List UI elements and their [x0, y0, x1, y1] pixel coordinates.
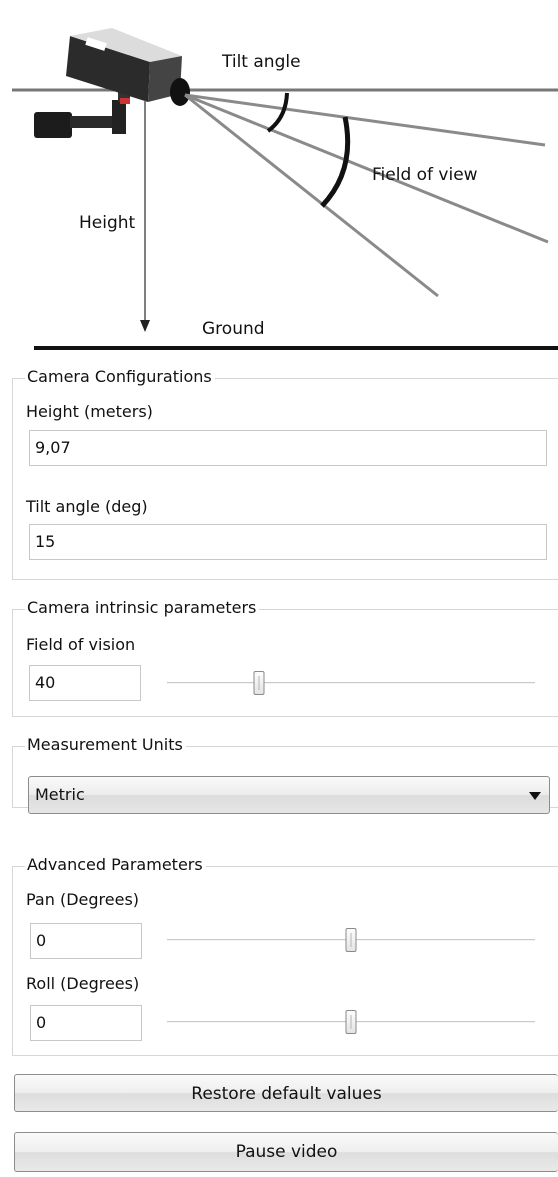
- height-field-label: Height (meters): [26, 402, 153, 421]
- field-of-vision-slider[interactable]: [167, 668, 535, 698]
- advanced-parameters-group: Advanced Parameters Pan (Degrees) 0 Roll…: [12, 854, 558, 1056]
- security-camera-icon: [66, 28, 190, 106]
- camera-intrinsic-title: Camera intrinsic parameters: [25, 597, 260, 619]
- camera-configurations-group: Camera Configurations Height (meters) 9,…: [12, 366, 558, 580]
- roll-label: Roll (Degrees): [26, 974, 140, 993]
- slider-thumb[interactable]: [253, 671, 265, 695]
- camera-bracket-icon: [34, 92, 130, 138]
- ground-label: Ground: [202, 319, 265, 339]
- tilt-angle-arc: [266, 92, 289, 133]
- restore-default-values-button[interactable]: Restore default values: [14, 1074, 558, 1112]
- slider-thumb[interactable]: [345, 1010, 357, 1034]
- camera-geometry-svg: Tilt angle Field of view Height Ground: [12, 28, 558, 350]
- height-arrow-icon: [140, 320, 150, 332]
- view-ray-center: [184, 93, 549, 244]
- measurement-units-selected: Metric: [35, 785, 85, 804]
- field-of-vision-input[interactable]: 40: [29, 665, 141, 701]
- pause-video-button[interactable]: Pause video: [14, 1132, 558, 1172]
- camera-intrinsic-group: Camera intrinsic parameters Field of vis…: [12, 597, 558, 717]
- tilt-angle-field-label: Tilt angle (deg): [26, 497, 148, 516]
- measurement-units-select[interactable]: Metric: [28, 776, 550, 814]
- camera-geometry-diagram: Tilt angle Field of view Height Ground: [0, 0, 558, 355]
- field-of-view-arc: [320, 116, 351, 208]
- measurement-units-title: Measurement Units: [25, 734, 186, 756]
- roll-slider[interactable]: [167, 1007, 535, 1037]
- roll-input[interactable]: 0: [30, 1005, 142, 1041]
- pan-input[interactable]: 0: [30, 923, 142, 959]
- tilt-angle-input[interactable]: 15: [29, 524, 547, 560]
- chevron-down-icon[interactable]: [529, 792, 541, 800]
- tilt-angle-label: Tilt angle: [221, 52, 301, 72]
- height-input[interactable]: 9,07: [29, 430, 547, 466]
- camera-configurations-title: Camera Configurations: [25, 366, 215, 388]
- field-of-view-label: Field of view: [372, 165, 478, 185]
- slider-thumb[interactable]: [345, 928, 357, 952]
- pan-label: Pan (Degrees): [26, 890, 140, 909]
- slider-track: [167, 682, 535, 684]
- pan-slider[interactable]: [167, 925, 535, 955]
- field-of-vision-label: Field of vision: [26, 635, 136, 654]
- advanced-parameters-title: Advanced Parameters: [25, 854, 206, 876]
- height-label: Height: [79, 213, 136, 233]
